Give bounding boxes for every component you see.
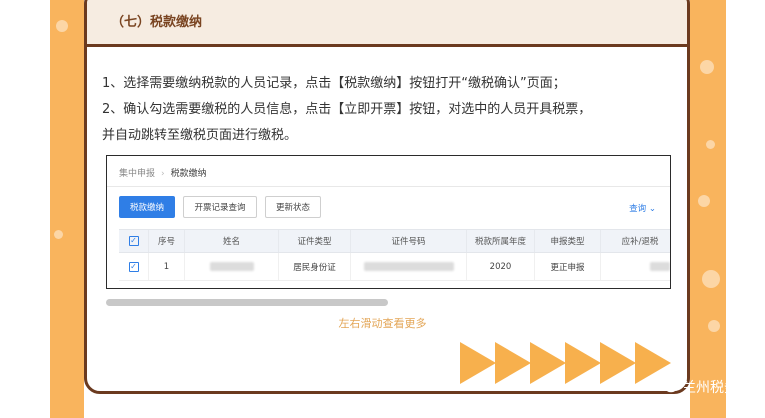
wechat-icon xyxy=(656,376,678,398)
instruction-line-2: 2、确认勾选需要缴税的人员信息，点击【立即开票】按钮，对选中的人员开具税票， xyxy=(102,102,592,117)
column-header-name: 姓名 xyxy=(185,230,279,252)
cell-declare-type: 更正申报 xyxy=(535,253,601,280)
arrow-decoration xyxy=(460,342,672,388)
watermark: 兰州税务 xyxy=(656,376,738,398)
invoice-record-query-button[interactable]: 开票记录查询 xyxy=(183,196,257,218)
left-decor-band xyxy=(50,0,84,418)
column-header-refund: 应补/退税 xyxy=(621,237,659,247)
embedded-screenshot: 集中申报 › 税款缴纳 税款缴纳 开票记录查询 更新状态 查询 ⌄ ✓ 序号 姓名 … xyxy=(106,155,671,289)
scroll-hint: 左右滑动查看更多 xyxy=(338,317,427,330)
breadcrumb-item-centralized[interactable]: 集中申报 xyxy=(119,169,155,179)
watermark-text: 兰州税务 xyxy=(682,380,738,396)
table-row[interactable]: ✓ 1 居民身份证 2020 更正申报 xyxy=(119,253,670,281)
cell-refund-redacted xyxy=(601,253,670,280)
tax-payment-button[interactable]: 税款缴纳 xyxy=(119,196,175,218)
cell-name-redacted xyxy=(185,253,279,280)
column-header-id-number: 证件号码 xyxy=(351,230,467,252)
cell-tax-year: 2020 xyxy=(467,253,535,280)
column-header-id-type: 证件类型 xyxy=(279,230,351,252)
table-header: ✓ 序号 姓名 证件类型 证件号码 税款所属年度 申报类型 应补/退税 xyxy=(119,229,670,253)
chevron-right-icon: › xyxy=(161,169,165,179)
column-header-index: 序号 xyxy=(149,230,185,252)
section-header: （七）税款缴纳 xyxy=(87,0,687,47)
query-link-label[interactable]: 查询 xyxy=(629,204,646,214)
row-checkbox[interactable]: ✓ xyxy=(128,261,139,272)
breadcrumb-item-current: 税款缴纳 xyxy=(170,169,207,179)
breadcrumb: 集中申报 › 税款缴纳 xyxy=(119,166,207,179)
query-link[interactable]: 查询 ⌄ xyxy=(629,202,656,214)
refresh-status-button[interactable]: 更新状态 xyxy=(265,196,321,218)
column-header-declare-type: 申报类型 xyxy=(535,230,601,252)
column-header-tax-year: 税款所属年度 xyxy=(467,230,535,252)
chevron-down-icon: ⌄ xyxy=(648,204,656,214)
instruction-line-3: 并自动跳转至缴税页面进行缴税。 xyxy=(102,128,298,143)
divider xyxy=(107,186,670,187)
cell-id-number-redacted xyxy=(351,253,467,280)
horizontal-scrollbar[interactable] xyxy=(106,299,388,306)
select-all-checkbox[interactable]: ✓ xyxy=(128,236,139,246)
cell-index: 1 xyxy=(149,253,185,280)
cell-id-type: 居民身份证 xyxy=(279,253,351,280)
instruction-line-1: 1、选择需要缴纳税款的人员记录，点击【税款缴纳】按钮打开“缴税确认”页面； xyxy=(102,76,566,91)
right-decor-band xyxy=(690,0,726,418)
section-title: （七）税款缴纳 xyxy=(111,15,203,30)
